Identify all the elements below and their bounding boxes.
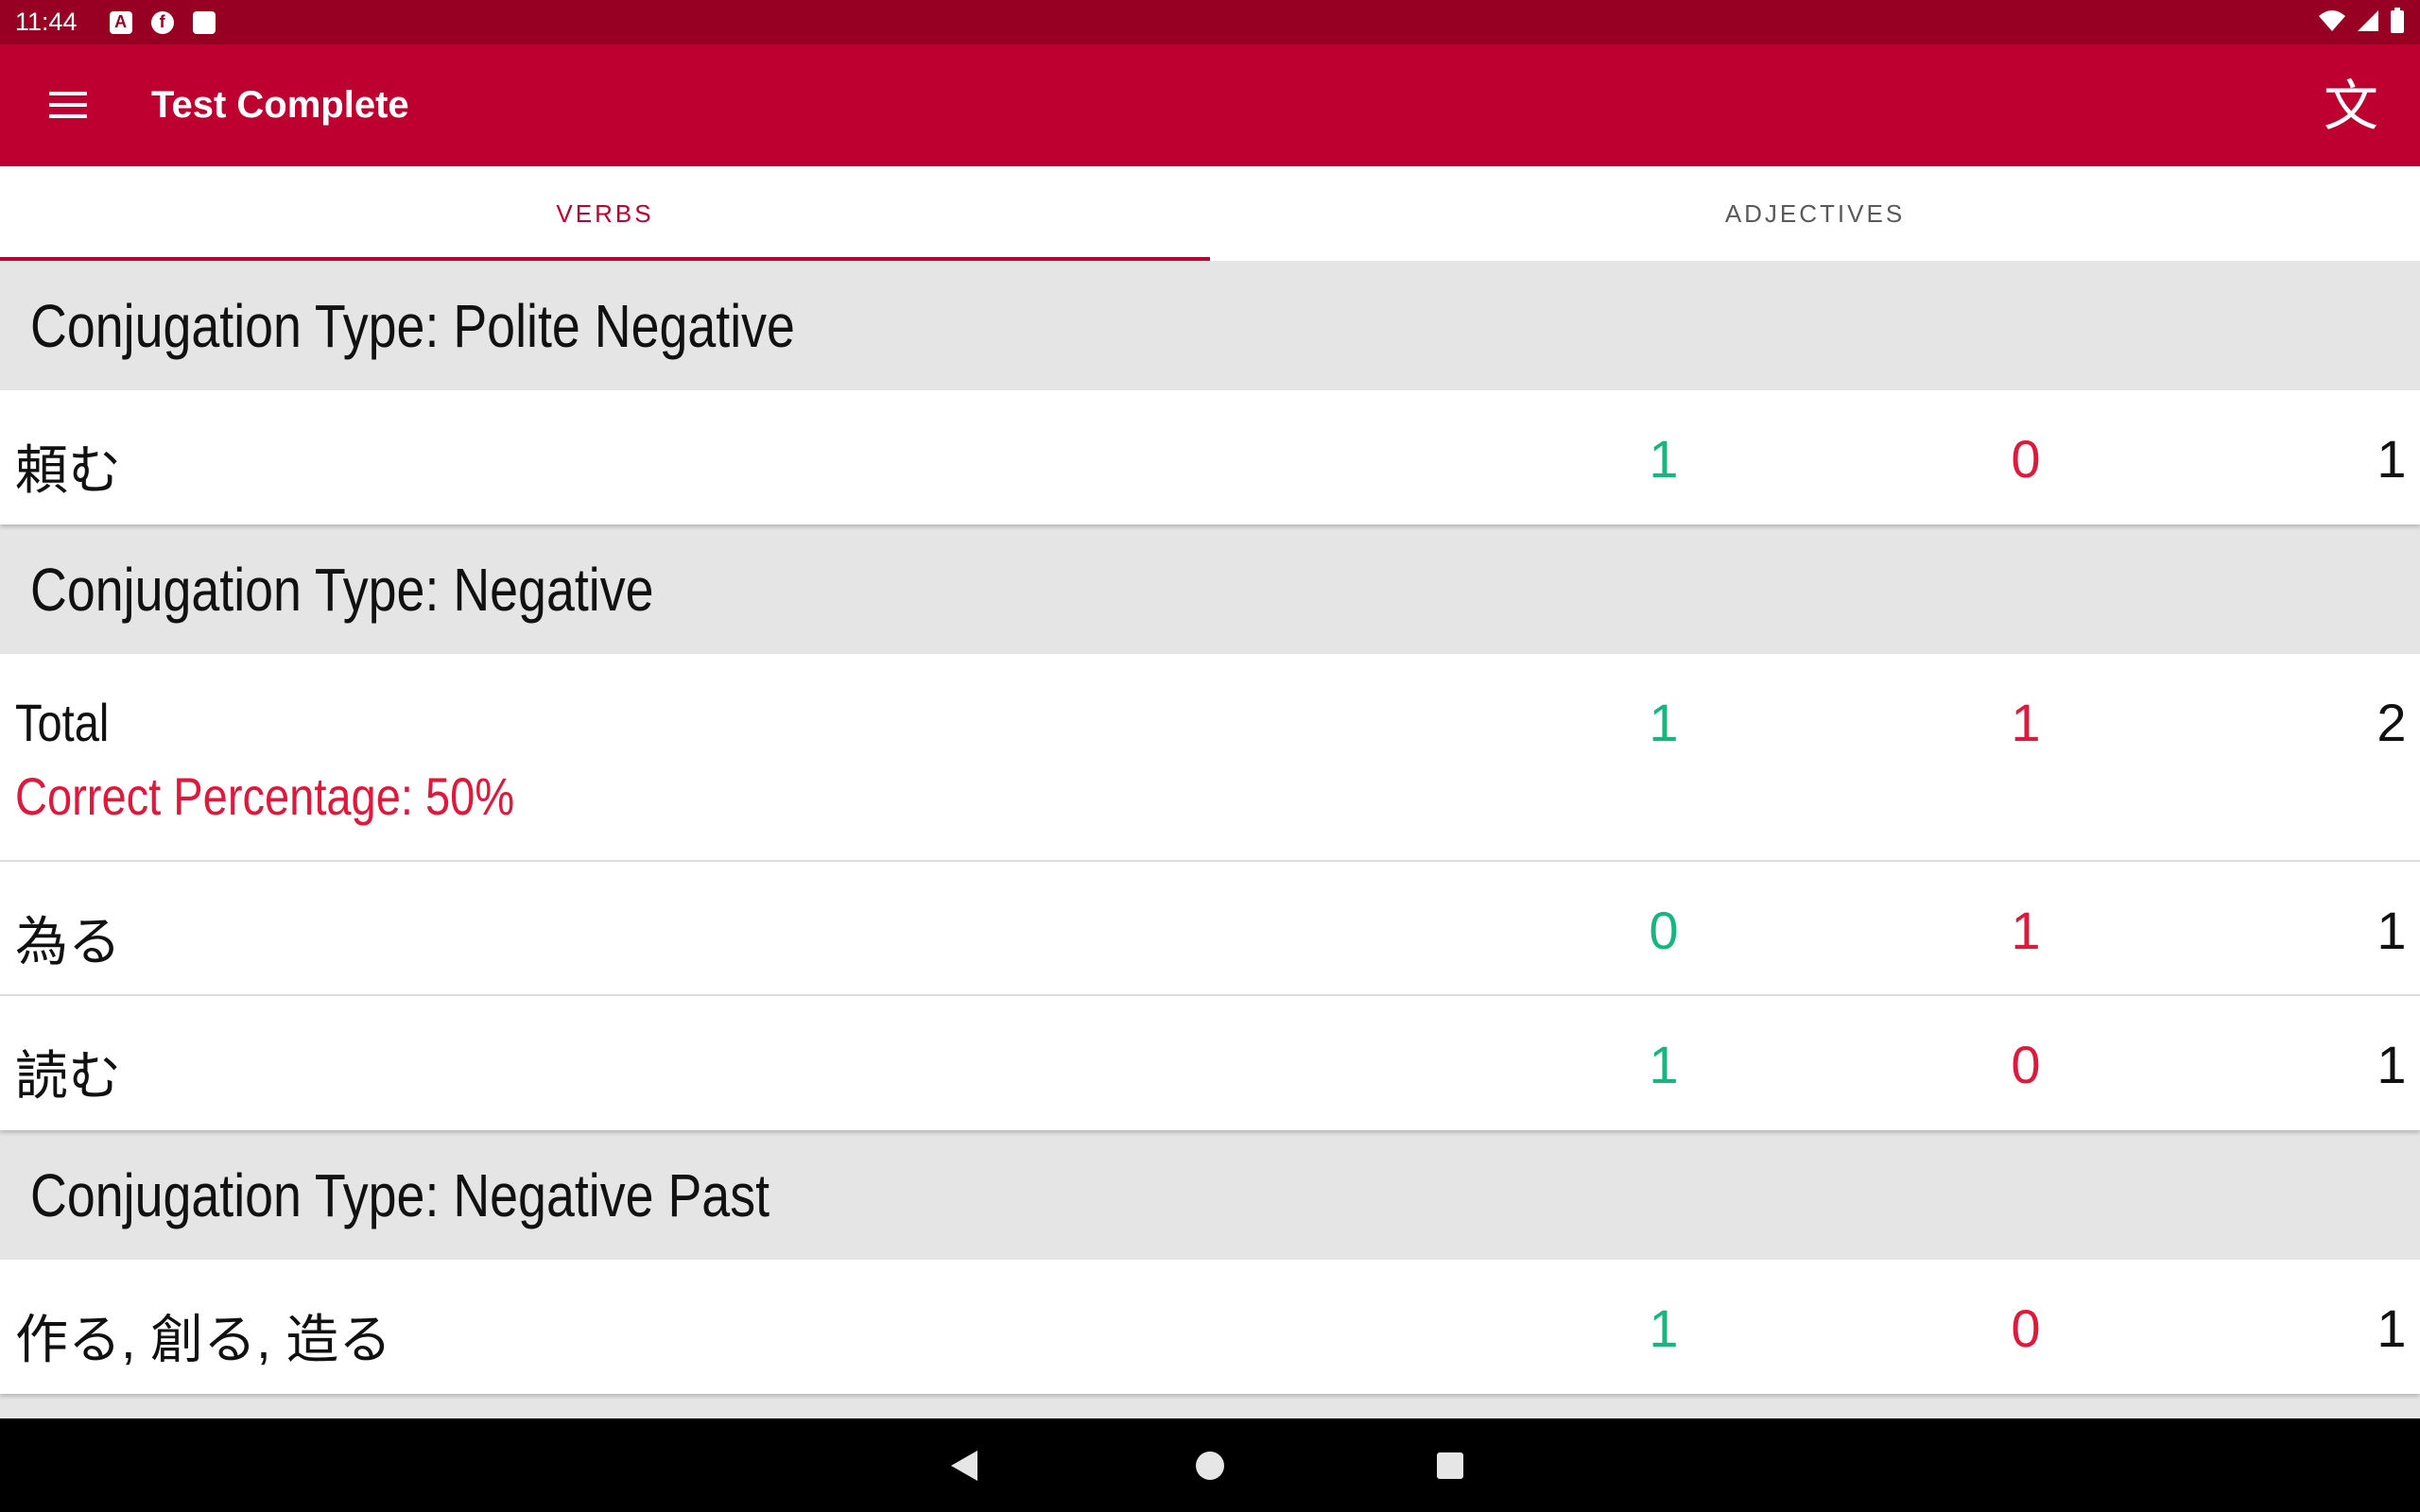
page-title: Test Complete (151, 84, 409, 126)
wifi-icon (2319, 10, 2345, 31)
navigation-bar (0, 1418, 2420, 1512)
table-row-total[interactable]: Total Correct Percentage: 50% 1 1 2 (0, 654, 2420, 862)
translate-icon[interactable]: 文 (2318, 73, 2384, 139)
row-label: 読む (15, 1046, 121, 1106)
signal-icon (2358, 10, 2378, 31)
total-count: 1 (2377, 429, 2407, 489)
battery-icon (2391, 8, 2404, 33)
sd-card-icon (192, 10, 216, 34)
status-time: 11:44 (15, 8, 78, 36)
section-card: Total Correct Percentage: 50% 1 1 2 為る 0… (0, 654, 2420, 1130)
table-row[interactable]: 為る 0 1 1 (0, 862, 2420, 996)
recent-apps-icon[interactable] (1437, 1452, 1463, 1479)
section-header: Conjugation Type: Negative Past (30, 1160, 770, 1229)
wrong-count: 0 (2011, 1035, 2041, 1094)
back-icon[interactable] (951, 1451, 977, 1481)
row-label: Total (15, 693, 110, 752)
total-count: 2 (2377, 693, 2407, 752)
home-icon[interactable] (1196, 1452, 1224, 1480)
total-count: 1 (2377, 1298, 2407, 1358)
wrong-count: 0 (2011, 429, 2041, 489)
table-row[interactable]: 読む 1 0 1 (0, 996, 2420, 1130)
results-list[interactable]: Conjugation Type: Polite Negative 頼む 1 0… (0, 261, 2420, 1418)
correct-count: 1 (1649, 693, 1679, 752)
section-card: 作る, 創る, 造る 1 0 1 (0, 1260, 2420, 1394)
wrong-count: 1 (2011, 693, 2041, 752)
correct-percentage: Correct Percentage: 50% (15, 766, 515, 826)
app-bar: Test Complete 文 (0, 44, 2420, 166)
tab-bar: VERBS ADJECTIVES (0, 166, 2420, 261)
row-label: 為る (15, 912, 121, 971)
table-row[interactable]: 頼む 1 0 1 (0, 390, 2420, 524)
section-header: Conjugation Type: Negative (30, 555, 654, 624)
tab-verbs[interactable]: VERBS (0, 166, 1210, 261)
correct-count: 0 (1649, 901, 1679, 960)
section-card: 頼む 1 0 1 (0, 390, 2420, 524)
total-count: 1 (2377, 1035, 2407, 1094)
status-bar: 11:44 A f (0, 0, 2420, 44)
table-row[interactable]: 作る, 創る, 造る 1 0 1 (0, 1260, 2420, 1394)
a-badge-icon: A (109, 10, 132, 34)
flip-icon: f (150, 10, 174, 34)
tab-adjectives[interactable]: ADJECTIVES (1210, 166, 2420, 261)
wrong-count: 1 (2011, 901, 2041, 960)
row-label: 頼む (15, 440, 121, 500)
total-count: 1 (2377, 901, 2407, 960)
row-label: 作る, 創る, 造る (15, 1310, 392, 1369)
correct-count: 1 (1649, 1298, 1679, 1358)
wrong-count: 0 (2011, 1298, 2041, 1358)
section-header: Conjugation Type: Polite Negative (30, 291, 795, 360)
hamburger-menu-icon[interactable] (49, 92, 87, 120)
correct-count: 1 (1649, 1035, 1679, 1094)
correct-count: 1 (1649, 429, 1679, 489)
